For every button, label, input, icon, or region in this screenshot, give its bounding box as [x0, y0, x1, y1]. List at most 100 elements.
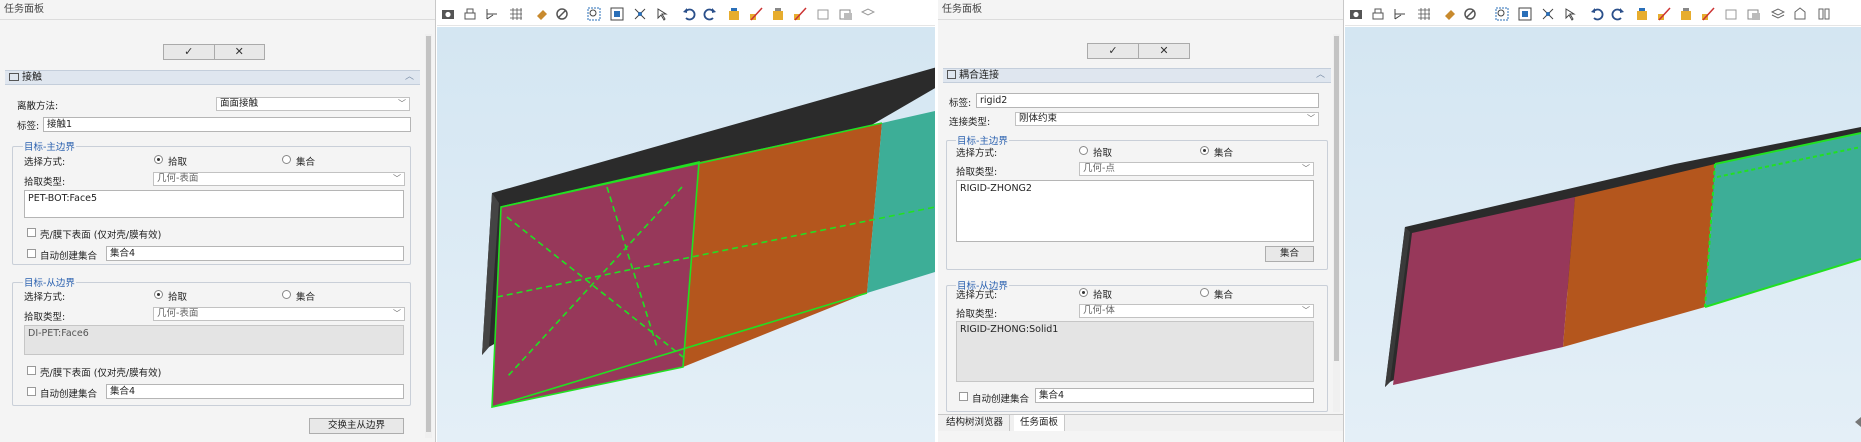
discrete-method-value: 面面接触: [220, 98, 259, 109]
no-display-icon[interactable]: [555, 7, 569, 21]
section-title: 接触: [22, 72, 42, 83]
3d-viewport[interactable]: [437, 27, 935, 442]
section-title: 耦合连接: [959, 70, 999, 81]
undo-icon[interactable]: [682, 7, 696, 21]
slave-selection-list[interactable]: DI-PET:Face6: [24, 325, 404, 355]
section-icon: [947, 70, 956, 79]
part-display-icon[interactable]: [793, 7, 807, 21]
slave-selection-list[interactable]: RIGID-ZHONG:Solid1: [956, 321, 1314, 382]
axis-icon[interactable]: [1393, 7, 1407, 21]
print-icon[interactable]: [463, 7, 477, 21]
collapse-icon[interactable]: ︿: [1316, 69, 1325, 82]
rotate-icon[interactable]: [633, 7, 647, 21]
radio-set[interactable]: [282, 155, 291, 164]
grid-icon[interactable]: [509, 7, 523, 21]
set-button[interactable]: 集合: [1265, 246, 1314, 262]
highlight-icon[interactable]: [1635, 7, 1649, 21]
scrollbar-thumb[interactable]: [426, 36, 431, 432]
contact-section-header[interactable]: 接触 ︿: [5, 70, 420, 85]
zoom-box-icon[interactable]: [587, 7, 601, 21]
show-icon[interactable]: [1747, 7, 1761, 21]
radio-set[interactable]: [282, 290, 291, 299]
tab-task-panel[interactable]: 任务面板: [1014, 415, 1066, 431]
collapse-icon[interactable]: ︿: [405, 71, 414, 84]
radio-pick-label: 拾取: [168, 157, 188, 168]
shell-lower-label: 壳/膜下表面 (仅对壳/膜有效): [40, 230, 162, 241]
grid-icon[interactable]: [1417, 7, 1431, 21]
panel-scrollbar[interactable]: [425, 34, 432, 438]
tab-structure-tree[interactable]: 结构树浏览器: [940, 415, 1011, 431]
chevron-down-icon: ﹀: [1302, 306, 1310, 315]
part-icon[interactable]: [771, 7, 785, 21]
master-selection-list[interactable]: RIGID-ZHONG2: [956, 180, 1314, 242]
task-panel: 任务面板 ✓ ✕ 接触 ︿ 离散方法: 面面接触 ﹀ 标签: 接触1 目标-主边界…: [0, 0, 436, 442]
display-icon[interactable]: [1657, 7, 1671, 21]
hide-icon[interactable]: [817, 7, 831, 21]
pick-type-label: 拾取类型:: [956, 309, 998, 320]
master-selection-list[interactable]: PET-BOT:Face5: [24, 190, 404, 218]
pick-type-select[interactable]: 几何-表面 ﹀: [153, 172, 405, 186]
auto-set-input[interactable]: 集合4: [106, 384, 404, 399]
part-icon[interactable]: [1679, 7, 1693, 21]
pick-type-select[interactable]: 几何-表面 ﹀: [153, 307, 405, 321]
tag-input[interactable]: rigid2: [976, 93, 1319, 108]
camera-icon[interactable]: [441, 7, 455, 21]
auto-set-input[interactable]: 集合4: [106, 246, 404, 261]
viewport-side-arrow-icon[interactable]: [1855, 417, 1861, 427]
auto-set-input[interactable]: 集合4: [1035, 388, 1314, 403]
panel-scrollbar[interactable]: [1333, 34, 1340, 412]
layer-icon[interactable]: [1771, 7, 1785, 21]
axis-icon[interactable]: [485, 7, 499, 21]
zoom-box-icon[interactable]: [1495, 7, 1509, 21]
auto-set-checkbox[interactable]: [27, 387, 36, 396]
radio-set[interactable]: [1200, 146, 1209, 155]
cancel-button[interactable]: ✕: [1138, 44, 1189, 58]
auto-set-checkbox[interactable]: [27, 249, 36, 258]
radio-pick[interactable]: [1079, 146, 1088, 155]
view-toolbar: [1345, 0, 1861, 26]
panel-icon[interactable]: [1817, 7, 1831, 21]
redo-icon[interactable]: [1611, 7, 1625, 21]
print-icon[interactable]: [1371, 7, 1385, 21]
swap-boundaries-button[interactable]: 交换主从边界: [309, 418, 404, 434]
redo-icon[interactable]: [703, 7, 717, 21]
shell-lower-checkbox[interactable]: [27, 228, 36, 237]
tag-input[interactable]: 接触1: [43, 117, 411, 132]
radio-pick[interactable]: [154, 155, 163, 164]
highlight-icon[interactable]: [727, 7, 741, 21]
ok-button[interactable]: ✓: [164, 45, 214, 59]
shell-lower-checkbox[interactable]: [27, 366, 36, 375]
hide-icon[interactable]: [1725, 7, 1739, 21]
radio-pick[interactable]: [1079, 288, 1088, 297]
pick-type-select[interactable]: 几何-体 ﹀: [1079, 304, 1314, 318]
panel-title: 任务面板: [938, 0, 1343, 20]
coupling-section-header[interactable]: 耦合连接 ︿: [943, 68, 1331, 83]
display-icon[interactable]: [749, 7, 763, 21]
paint-icon[interactable]: [1443, 7, 1457, 21]
pick-icon[interactable]: [1563, 7, 1577, 21]
show-icon[interactable]: [839, 7, 853, 21]
discrete-method-select[interactable]: 面面接触 ﹀: [216, 97, 410, 111]
auto-set-checkbox[interactable]: [959, 392, 968, 401]
pick-icon[interactable]: [655, 7, 669, 21]
paint-icon[interactable]: [535, 7, 549, 21]
layer-icon[interactable]: [861, 7, 875, 21]
fill-icon[interactable]: [1793, 7, 1807, 21]
radio-pick[interactable]: [154, 290, 163, 299]
camera-icon[interactable]: [1349, 7, 1363, 21]
part-display-icon[interactable]: [1701, 7, 1715, 21]
3d-viewport[interactable]: [1345, 27, 1861, 442]
scrollbar-thumb[interactable]: [1334, 36, 1339, 361]
ok-button[interactable]: ✓: [1088, 44, 1138, 58]
undo-icon[interactable]: [1590, 7, 1604, 21]
radio-pick-label: 拾取: [1093, 290, 1113, 301]
cancel-button[interactable]: ✕: [213, 45, 265, 59]
fit-icon[interactable]: [1518, 7, 1532, 21]
fit-icon[interactable]: [610, 7, 624, 21]
no-display-icon[interactable]: [1463, 7, 1477, 21]
pick-type-select[interactable]: 几何-点 ﹀: [1079, 162, 1314, 176]
conn-type-select[interactable]: 刚体约束 ﹀: [1015, 112, 1319, 126]
radio-set[interactable]: [1200, 288, 1209, 297]
slave-legend: 目标-从边界: [23, 275, 76, 289]
rotate-icon[interactable]: [1541, 7, 1555, 21]
